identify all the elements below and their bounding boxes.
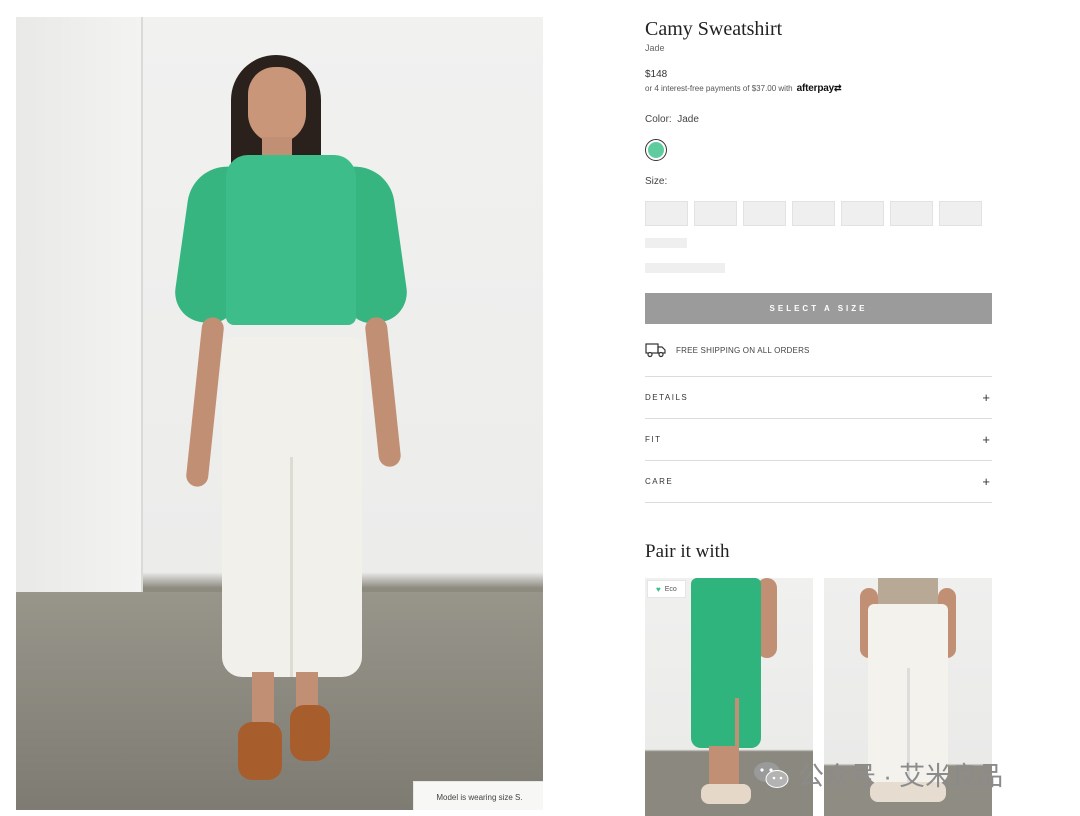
- loading-placeholder: [645, 238, 687, 248]
- installments-info: or 4 interest-free payments of $37.00 wi…: [645, 83, 842, 94]
- color-label-row: Color: Jade: [645, 114, 699, 125]
- loading-placeholder: [645, 263, 725, 273]
- sandal-right: [290, 705, 330, 761]
- model-size-note: Model is wearing size S.: [413, 781, 543, 810]
- size-options: [645, 201, 982, 226]
- model-face: [248, 67, 306, 143]
- accordion-details-label: DETAILS: [645, 393, 689, 402]
- wall-left: [16, 17, 141, 677]
- sandals: [701, 784, 751, 804]
- size-option[interactable]: [939, 201, 982, 226]
- accordion-care-label: CARE: [645, 477, 674, 486]
- sandal-left: [238, 722, 282, 780]
- pants-seam: [290, 457, 293, 677]
- product-hero-image[interactable]: Model is wearing size S.: [16, 17, 543, 810]
- size-option[interactable]: [743, 201, 786, 226]
- sweatshirt: [226, 155, 356, 325]
- watermark-text: 公众号 · 艾米良品: [798, 761, 1004, 791]
- eco-badge: ♥ Eco: [647, 580, 686, 598]
- color-swatch-jade[interactable]: [645, 139, 667, 161]
- green-skirt: [691, 578, 761, 748]
- watermark: 公众号 · 艾米良品: [752, 756, 1003, 793]
- shipping-info: FREE SHIPPING ON ALL ORDERS: [645, 342, 810, 358]
- leaf-icon: ♥: [656, 584, 661, 594]
- wechat-icon: [754, 761, 789, 788]
- accordion-fit-label: FIT: [645, 435, 662, 444]
- accordion-details[interactable]: DETAILS +: [645, 377, 992, 419]
- afterpay-logo[interactable]: afterpay⇄: [797, 83, 842, 94]
- size-label: Size:: [645, 176, 668, 187]
- plus-icon: +: [982, 432, 990, 447]
- size-option[interactable]: [841, 201, 884, 226]
- plus-icon: +: [982, 390, 990, 405]
- eco-badge-label: Eco: [664, 585, 677, 593]
- color-value: Jade: [677, 114, 699, 125]
- pair-it-with-heading: Pair it with: [645, 541, 730, 562]
- afterpay-logo-text: afterpay: [796, 83, 835, 94]
- model-legs: [709, 746, 739, 786]
- size-option[interactable]: [645, 201, 688, 226]
- afterpay-loop-icon: ⇄: [833, 83, 842, 93]
- color-label: Color:: [645, 114, 672, 125]
- accordion-fit[interactable]: FIT +: [645, 419, 992, 461]
- model-top: [878, 578, 938, 606]
- model-arm-right: [364, 316, 402, 468]
- skirt-slit: [735, 698, 739, 748]
- shipping-text: FREE SHIPPING ON ALL ORDERS: [676, 345, 810, 355]
- product-color-subtitle: Jade: [645, 43, 665, 53]
- product-title: Camy Sweatshirt: [645, 18, 783, 40]
- select-size-button[interactable]: SELECT A SIZE: [645, 293, 992, 324]
- size-option[interactable]: [694, 201, 737, 226]
- product-price: $148: [645, 69, 668, 80]
- size-option[interactable]: [890, 201, 933, 226]
- size-option[interactable]: [792, 201, 835, 226]
- plus-icon: +: [982, 474, 990, 489]
- model-figure: [171, 37, 416, 780]
- swatch-dot: [648, 142, 664, 158]
- model-arm-left: [185, 316, 225, 488]
- product-accordion: DETAILS + FIT + CARE +: [645, 376, 992, 503]
- wall-corner: [141, 17, 143, 592]
- installments-text: or 4 interest-free payments of $37.00 wi…: [645, 84, 793, 93]
- truck-icon: [645, 343, 666, 358]
- accordion-care[interactable]: CARE +: [645, 461, 992, 503]
